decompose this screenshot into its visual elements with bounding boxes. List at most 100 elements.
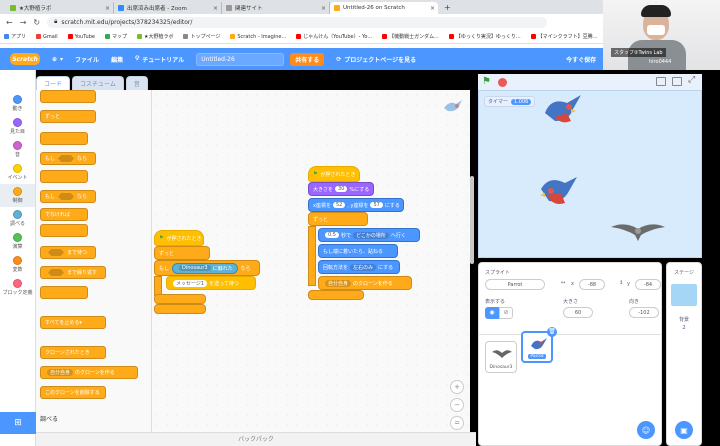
- category-sound[interactable]: 音: [0, 138, 35, 161]
- stage-thumbnail[interactable]: [671, 284, 697, 306]
- x-input[interactable]: -88: [579, 279, 605, 290]
- close-icon[interactable]: ×: [213, 5, 218, 12]
- palette-repeat-until[interactable]: まで繰り返す: [40, 266, 106, 279]
- add-extension-button[interactable]: ⊞: [0, 412, 36, 434]
- browser-tab[interactable]: 出席済み出席者 - Zoom ×: [114, 2, 222, 14]
- tab-costumes[interactable]: コスチューム: [72, 76, 124, 90]
- palette-block[interactable]: [40, 90, 96, 103]
- close-icon[interactable]: ×: [321, 5, 326, 12]
- save-now-button[interactable]: 今すぐ保存: [566, 55, 596, 64]
- dinosaur-sprite[interactable]: [611, 219, 665, 241]
- tutorial-menu[interactable]: 💡︎ チュートリアル: [135, 55, 184, 64]
- zoom-out-button[interactable]: −: [450, 398, 464, 412]
- palette-stop-all[interactable]: すべてを止める ▾: [40, 316, 106, 329]
- language-menu[interactable]: ⊕ ▾: [52, 56, 63, 63]
- bounce-block[interactable]: もし端に着いたら、跕ねる: [318, 244, 398, 258]
- palette-block[interactable]: [40, 224, 88, 237]
- y-input[interactable]: -84: [635, 279, 661, 290]
- file-menu[interactable]: ファイル: [75, 55, 99, 64]
- stage-canvas[interactable]: タイマー 1.006: [478, 90, 702, 258]
- hide-button[interactable]: ⊘: [499, 307, 513, 319]
- size-input[interactable]: 60: [563, 307, 593, 318]
- category-operators[interactable]: 演算: [0, 230, 35, 253]
- fullscreen-icon[interactable]: ⤢: [688, 75, 695, 85]
- palette-if[interactable]: もし なら: [40, 152, 96, 165]
- category-variables[interactable]: 変数: [0, 253, 35, 276]
- create-clone-block[interactable]: 自分自身 のクローンを作る: [318, 276, 412, 290]
- forever-block[interactable]: ずっと: [308, 212, 368, 226]
- sprite-name-input[interactable]: Parrot: [485, 279, 545, 290]
- reload-icon[interactable]: ↻: [33, 18, 40, 27]
- bookmark-item[interactable]: Gmail: [36, 34, 58, 40]
- bookmark-item[interactable]: アプリ: [4, 33, 26, 40]
- palette-delete-clone[interactable]: このクローンを削除する: [40, 386, 106, 399]
- broadcast-and-wait-block[interactable]: メッセージ1 を送って待つ: [166, 276, 256, 290]
- close-icon[interactable]: ×: [430, 5, 435, 12]
- small-stage-icon[interactable]: [656, 77, 666, 86]
- url-field[interactable]: 🔒︎ scratch.mit.edu/projects/378234325/edi…: [47, 16, 548, 28]
- parrot-sprite[interactable]: [537, 175, 581, 211]
- close-icon[interactable]: ×: [105, 5, 110, 12]
- glide-block[interactable]: 0.5 秒で どこかの場所 へ行く: [318, 228, 420, 242]
- condition-slot[interactable]: [58, 193, 75, 200]
- bookmark-item[interactable]: 【機動戦士ガンダム...: [382, 33, 439, 40]
- rotation-style-block[interactable]: 回転方法を 左右のみ にする: [318, 260, 400, 274]
- bookmark-item[interactable]: じゃんけん（YouTube）- Yo...: [296, 33, 372, 40]
- palette-if-else[interactable]: もし なら: [40, 190, 96, 203]
- if-block[interactable]: もし Dinosaur3 に触れた なら: [154, 260, 260, 276]
- condition-slot[interactable]: [58, 155, 75, 162]
- add-backdrop-button[interactable]: ▣: [675, 421, 693, 439]
- bookmark-item[interactable]: トップページ: [183, 33, 220, 40]
- bookmark-item[interactable]: YouTube: [67, 34, 95, 40]
- edit-menu[interactable]: 編集: [111, 55, 123, 64]
- forward-icon[interactable]: →: [20, 18, 27, 27]
- palette-forever[interactable]: ずっと: [40, 110, 96, 123]
- zoom-in-button[interactable]: +: [450, 380, 464, 394]
- bookmark-item[interactable]: 【マインクラフト】豆腾...: [530, 33, 597, 40]
- forever-block[interactable]: ずっと: [154, 246, 210, 260]
- category-motion[interactable]: 動き: [0, 92, 35, 115]
- category-looks[interactable]: 見た目: [0, 115, 35, 138]
- add-sprite-button[interactable]: ☺: [637, 421, 655, 439]
- category-sensing[interactable]: 調べる: [0, 207, 35, 230]
- zoom-reset-button[interactable]: =: [450, 416, 464, 430]
- see-project-page-button[interactable]: ⟳ プロジェクトページを見る: [336, 55, 416, 64]
- palette-wait-until[interactable]: まで待つ: [40, 246, 96, 259]
- show-visible-button[interactable]: ◉: [485, 307, 499, 319]
- backpack[interactable]: バックパック: [36, 432, 476, 446]
- browser-tab[interactable]: 関連サイト ×: [222, 2, 330, 14]
- browser-tab-active[interactable]: Untitled-26 on Scratch ×: [330, 2, 438, 14]
- script-workspace[interactable]: ⚑ が押されたとき ずっと もし Dinosaur3 に触れた なら メッセージ1 を送っ…: [152, 90, 470, 432]
- scratch-logo[interactable]: Scratch: [10, 53, 40, 65]
- green-flag-hat-block[interactable]: ⚑ が押されたとき: [308, 166, 360, 182]
- workspace-scrollbar[interactable]: [470, 176, 474, 264]
- condition-slot[interactable]: [48, 269, 64, 276]
- green-flag-icon[interactable]: ⚑: [482, 76, 491, 87]
- palette-block[interactable]: [40, 286, 88, 299]
- palette-create-clone[interactable]: 自分自身 のクローンを作る: [40, 366, 138, 379]
- bookmark-item[interactable]: Scratch - Imagine...: [230, 34, 286, 40]
- category-events[interactable]: イベント: [0, 161, 35, 184]
- tab-sounds[interactable]: 音: [125, 76, 148, 90]
- touching-block[interactable]: Dinosaur3 に触れた: [172, 262, 238, 274]
- delete-sprite-icon[interactable]: 🗑︎: [547, 327, 557, 337]
- direction-input[interactable]: -102: [629, 307, 659, 318]
- category-control[interactable]: 制御: [0, 184, 35, 207]
- project-title-input[interactable]: Untitled-26: [196, 52, 285, 66]
- green-flag-hat-block[interactable]: ⚑ が押されたとき: [154, 230, 204, 246]
- condition-slot[interactable]: [48, 249, 64, 256]
- share-button[interactable]: 共有する: [290, 52, 325, 66]
- go-to-xy-block[interactable]: x座標を 52, y座標を 57 にする: [308, 198, 404, 212]
- stop-icon[interactable]: [498, 78, 507, 87]
- set-size-block[interactable]: 大きさを 30 %にする: [308, 182, 374, 196]
- sprite-thumb-dinosaur3[interactable]: Dinosaur3: [485, 341, 517, 373]
- back-icon[interactable]: ←: [6, 18, 13, 27]
- palette-when-clone-starts[interactable]: クローンされたとき: [40, 346, 106, 359]
- bookmark-item[interactable]: マップ: [104, 33, 127, 40]
- category-my-blocks[interactable]: ブロック定義: [0, 276, 35, 299]
- new-tab-icon[interactable]: +: [444, 3, 451, 12]
- bookmark-item[interactable]: ★大野植ラボ: [136, 33, 173, 40]
- bookmark-item[interactable]: 【ゆっくり実況】ゆっくり...: [448, 33, 521, 40]
- parrot-sprite[interactable]: [541, 95, 585, 129]
- palette-block[interactable]: [40, 170, 88, 183]
